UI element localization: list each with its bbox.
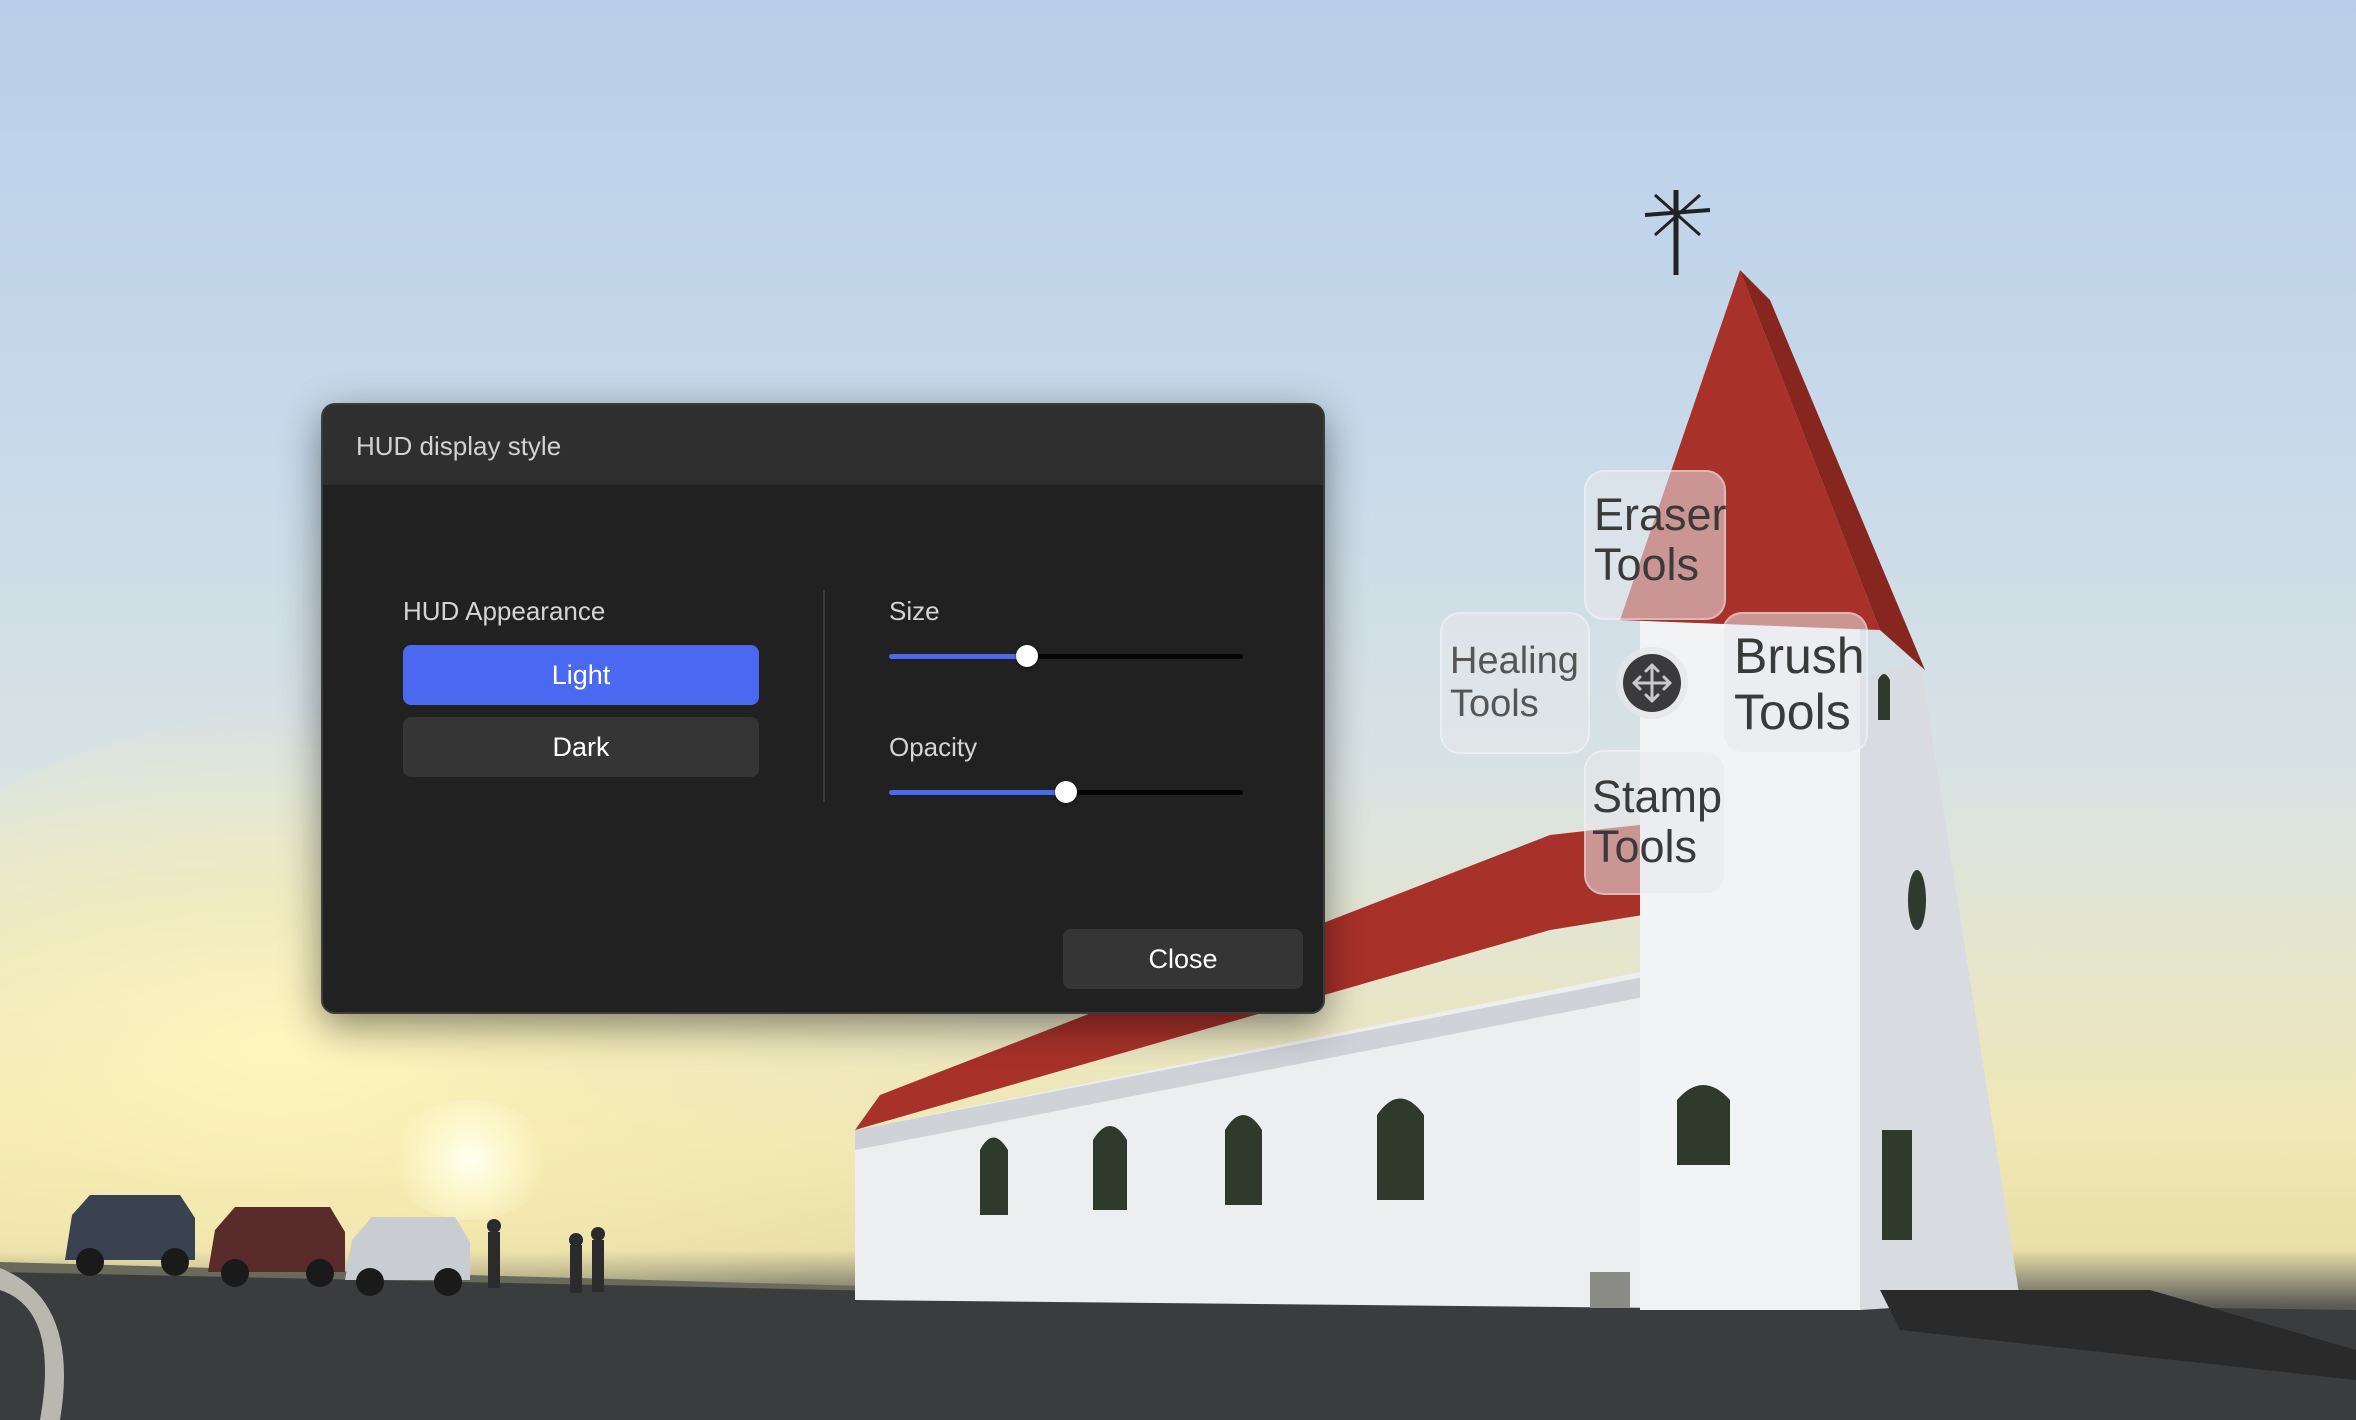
hud-display-style-dialog: HUD display style HUD Appearance Light D…	[321, 403, 1325, 1014]
dark-appearance-button[interactable]: Dark	[403, 717, 759, 777]
dialog-divider	[823, 590, 825, 802]
size-slider-track[interactable]	[889, 654, 1243, 659]
dialog-title: HUD display style	[356, 431, 562, 461]
hud-stamp-label-line1: Stamp	[1592, 771, 1723, 822]
photo-canvas: HUD display style HUD Appearance Light D…	[0, 0, 2356, 1420]
move-arrows-icon[interactable]	[1622, 653, 1682, 713]
hud-brush-label-line2: Tools	[1734, 684, 1851, 740]
hud-brush-label-line1: Brush	[1734, 628, 1865, 684]
opacity-slider-fill	[889, 790, 1066, 795]
hud-stamp-tools-button[interactable]: Stamp Tools	[1584, 750, 1726, 895]
dialog-titlebar[interactable]: HUD display style	[323, 405, 1323, 485]
hud-healing-label-line2: Tools	[1450, 682, 1539, 725]
light-appearance-button[interactable]: Light	[403, 645, 759, 705]
close-button[interactable]: Close	[1063, 929, 1303, 989]
hud-eraser-tools-button[interactable]: Eraser Tools	[1584, 470, 1727, 620]
opacity-slider[interactable]	[889, 777, 1243, 807]
size-slider-fill	[889, 654, 1028, 659]
hud-eraser-label-line1: Eraser	[1594, 489, 1727, 540]
hud-stamp-label-line2: Tools	[1592, 821, 1698, 873]
size-slider-thumb[interactable]	[1016, 645, 1039, 667]
hud-healing-label-line1: Healing	[1450, 640, 1579, 682]
hud-appearance-label: HUD Appearance	[403, 596, 606, 626]
opacity-label: Opacity	[889, 732, 978, 762]
size-label: Size	[889, 596, 940, 626]
hud-healing-tools-button[interactable]: Healing Tools	[1440, 612, 1590, 754]
size-slider[interactable]	[889, 641, 1243, 671]
opacity-slider-thumb[interactable]	[1055, 781, 1077, 803]
hud-eraser-label-line2: Tools	[1594, 539, 1700, 591]
hud-brush-tools-button[interactable]: Brush Tools	[1722, 612, 1868, 754]
